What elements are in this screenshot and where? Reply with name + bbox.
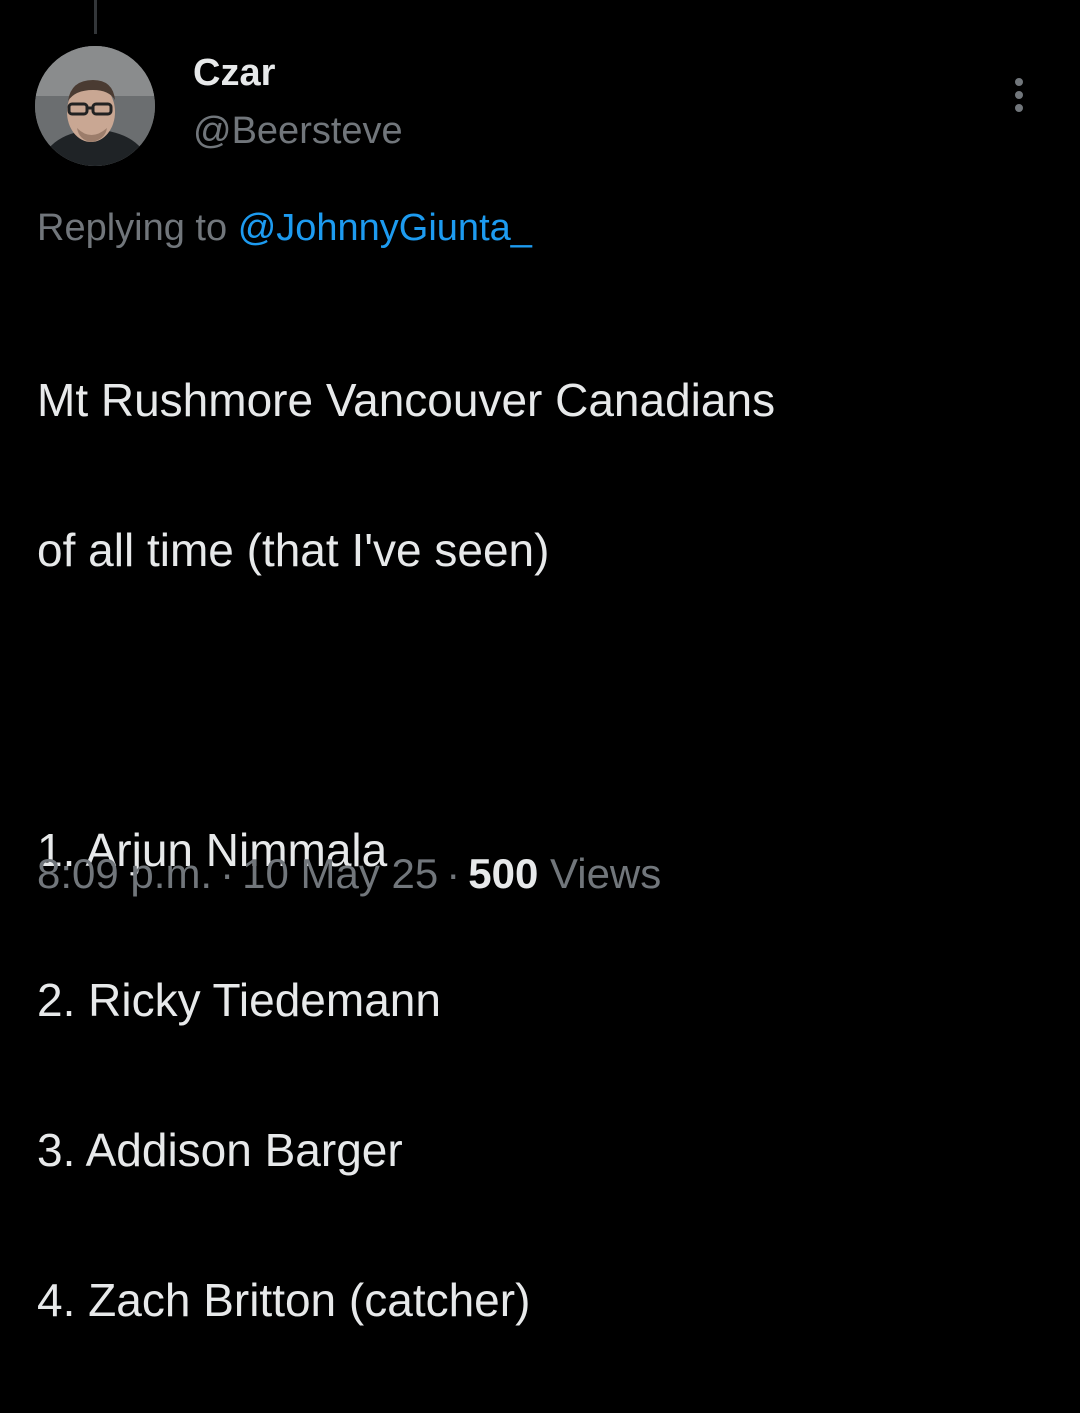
avatar-photo [35,46,155,166]
views-count[interactable]: 500 [468,850,538,897]
thread-connector-line [94,0,97,34]
meta-separator: · [220,850,235,897]
tweet-text-line: Mt Rushmore Vancouver Canadians [37,374,776,426]
tweet-text-line: of all time (that I've seen) [37,524,550,576]
author-handle[interactable]: @Beersteve [193,108,403,154]
tweet-text-line: 2. Ricky Tiedemann [37,974,441,1026]
replying-to-label: Replying to [37,207,228,249]
tweet-text-line: 3. Addison Barger [37,1124,403,1176]
tweet-text-line: 4. Zach Britton (catcher) [37,1274,531,1326]
tweet-metadata: 8:09 p.m. · 10 May 25 · 500 Views [37,846,661,902]
more-vertical-icon [1015,91,1023,99]
tweet-time[interactable]: 8:09 p.m. [37,850,212,897]
more-options-button[interactable] [1000,70,1040,120]
author-display-name[interactable]: Czar [193,50,275,96]
tweet-text-blank-line [37,663,1047,738]
more-vertical-icon [1015,104,1023,112]
meta-separator: · [446,850,461,897]
more-vertical-icon [1015,78,1023,86]
tweet-date[interactable]: 10 May 25 [242,850,438,897]
views-label[interactable]: Views [550,850,661,897]
replying-to-line: Replying to @JohnnyGiunta_ [37,203,532,253]
reply-to-mention-link[interactable]: @JohnnyGiunta_ [238,207,532,249]
avatar[interactable] [35,46,155,166]
